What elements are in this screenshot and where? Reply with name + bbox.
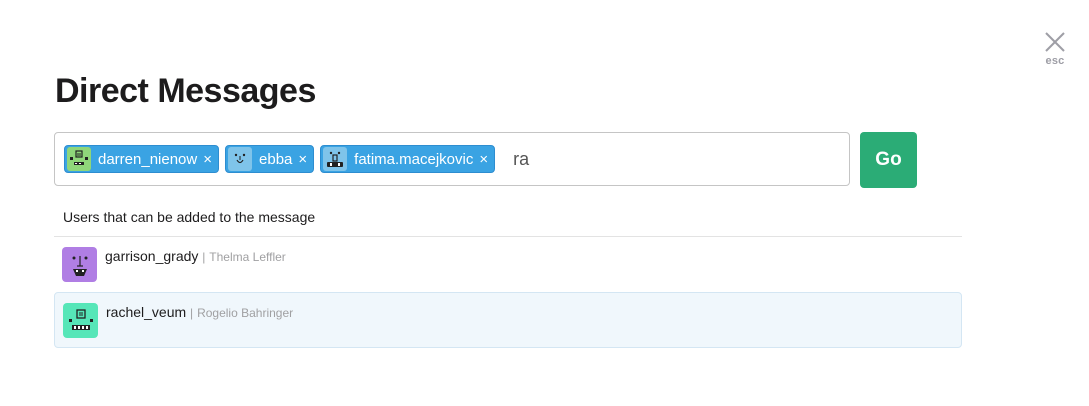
- robot-face-icon: [70, 150, 88, 165]
- result-text: garrison_grady | Thelma Leffler: [105, 248, 286, 264]
- list-item[interactable]: rachel_veum | Rogelio Bahringer: [54, 292, 962, 348]
- separator: |: [190, 306, 194, 320]
- robot-face-icon: [234, 153, 246, 164]
- recipient-input[interactable]: darren_nienow × ebba × fatima.macejkovic…: [54, 132, 850, 186]
- list-item[interactable]: garrison_grady | Thelma Leffler: [54, 238, 962, 294]
- recipient-name: darren_nienow: [98, 150, 198, 168]
- recipient-chip[interactable]: ebba ×: [225, 145, 315, 173]
- username: garrison_grady: [105, 248, 199, 264]
- esc-hint: esc: [1045, 55, 1065, 67]
- result-text: rachel_veum | Rogelio Bahringer: [106, 304, 293, 320]
- go-button[interactable]: Go: [860, 132, 917, 188]
- username: rachel_veum: [106, 304, 187, 320]
- avatar: [63, 303, 98, 338]
- real-name: Thelma Leffler: [209, 250, 286, 264]
- page-title: Direct Messages: [55, 72, 316, 110]
- results-heading: Users that can be added to the message: [63, 209, 316, 225]
- search-query[interactable]: ra: [513, 149, 529, 170]
- recipient-name: ebba: [259, 150, 293, 168]
- x-icon[interactable]: ×: [203, 152, 212, 167]
- direct-messages-dialog: esc Direct Messages darren_nienow × ebba…: [0, 0, 1089, 406]
- recipient-chip[interactable]: darren_nienow ×: [64, 145, 220, 173]
- divider: [54, 236, 962, 237]
- close-icon[interactable]: [1043, 30, 1067, 54]
- close-button[interactable]: esc: [1040, 30, 1070, 67]
- robot-face-icon: [327, 151, 344, 167]
- avatar: [228, 147, 253, 171]
- x-icon[interactable]: ×: [298, 152, 307, 167]
- recipient-chip[interactable]: fatima.macejkovic ×: [320, 145, 496, 173]
- separator: |: [202, 250, 206, 264]
- avatar: [62, 247, 97, 282]
- avatar: [67, 147, 91, 171]
- robot-face-icon: [72, 255, 87, 276]
- avatar: [323, 147, 348, 171]
- robot-face-icon: [68, 308, 93, 330]
- recipient-name: fatima.macejkovic: [354, 150, 474, 168]
- real-name: Rogelio Bahringer: [197, 306, 294, 320]
- x-icon[interactable]: ×: [479, 152, 488, 167]
